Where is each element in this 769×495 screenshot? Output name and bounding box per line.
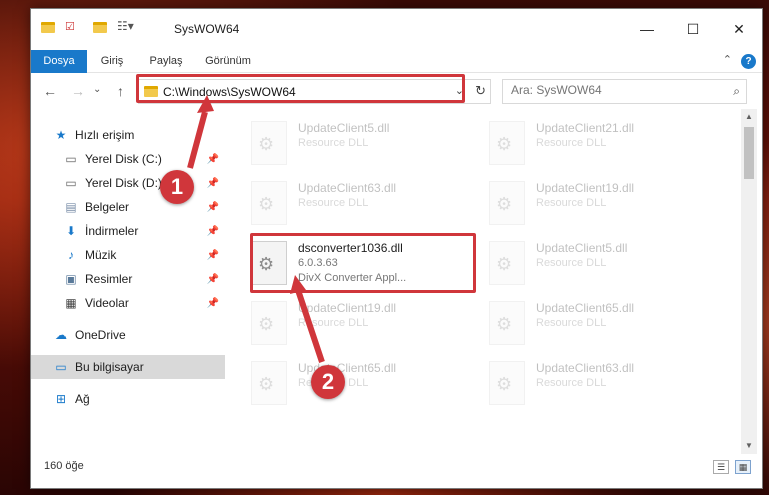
callout-arrow-1 (187, 111, 208, 169)
annotation-arrows (187, 95, 325, 363)
callout-arrow-2 (295, 289, 325, 363)
callout-badge-2: 2 (311, 365, 345, 399)
arrowhead-icon (290, 275, 306, 294)
arrowhead-icon (197, 95, 214, 113)
callout-badge-1: 1 (160, 170, 194, 204)
